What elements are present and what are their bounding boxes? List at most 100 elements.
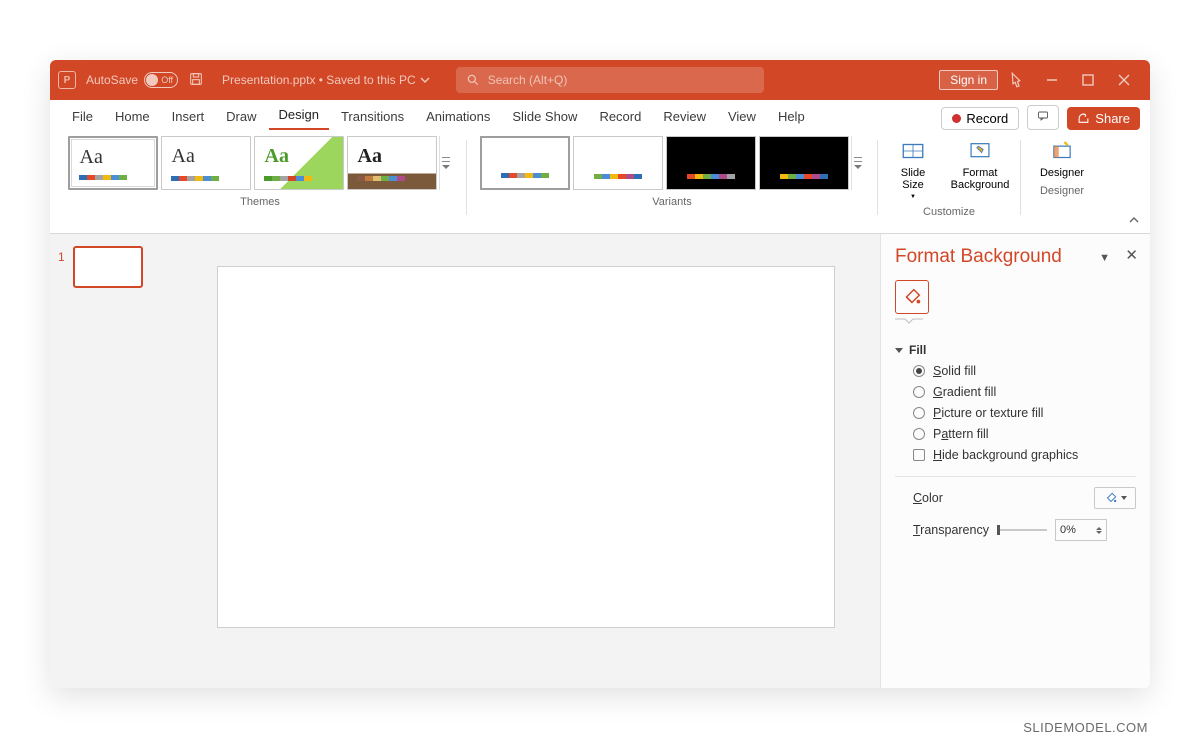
titlebar: P AutoSave Off Presentation.pptx • Saved… bbox=[50, 60, 1150, 100]
gradient-fill-label: radient fill bbox=[943, 385, 997, 399]
tab-transitions[interactable]: Transitions bbox=[331, 103, 414, 130]
hide-bg-label: ide background graphics bbox=[942, 448, 1078, 462]
tab-view[interactable]: View bbox=[718, 103, 766, 130]
tab-review[interactable]: Review bbox=[653, 103, 716, 130]
autosave-label: AutoSave bbox=[86, 73, 138, 87]
maximize-button[interactable] bbox=[1070, 60, 1106, 100]
share-button-label: Share bbox=[1095, 111, 1130, 126]
record-button[interactable]: Record bbox=[941, 107, 1019, 130]
chevron-down-icon bbox=[420, 75, 430, 85]
theme-office[interactable]: Aa bbox=[68, 136, 158, 190]
watermark: SLIDEMODEL.COM bbox=[1023, 720, 1148, 735]
ribbon-tabs: File Home Insert Draw Design Transitions… bbox=[50, 100, 1150, 130]
pane-options-dropdown[interactable]: ▼ bbox=[1099, 252, 1110, 264]
pane-close-button[interactable]: ✕ bbox=[1125, 246, 1138, 264]
comment-icon bbox=[1036, 110, 1050, 122]
variants-gallery bbox=[480, 136, 849, 190]
powerpoint-icon: P bbox=[58, 71, 76, 89]
format-background-label: Format Background bbox=[951, 167, 1010, 191]
autosave-toggle[interactable]: AutoSave Off bbox=[86, 72, 178, 88]
document-title-text: Presentation.pptx • Saved to this PC bbox=[222, 73, 416, 87]
hide-bg-checkbox[interactable]: Hide background graphics bbox=[913, 448, 1136, 462]
fill-section-label: Fill bbox=[909, 343, 926, 357]
picture-fill-label: icture or texture fill bbox=[941, 406, 1043, 420]
search-input[interactable]: Search (Alt+Q) bbox=[456, 67, 764, 93]
variants-group-label: Variants bbox=[652, 190, 692, 212]
fill-tab-icon[interactable] bbox=[895, 280, 929, 314]
designer-label: Designer bbox=[1040, 167, 1084, 179]
gradient-fill-radio[interactable]: Gradient fill bbox=[913, 385, 1136, 399]
format-background-icon bbox=[967, 138, 993, 164]
themes-gallery: Aa Aa Aa Aa bbox=[68, 136, 437, 190]
variant-1[interactable] bbox=[480, 136, 570, 190]
theme-2[interactable]: Aa bbox=[161, 136, 251, 190]
transparency-slider[interactable] bbox=[997, 529, 1047, 531]
variant-3[interactable] bbox=[666, 136, 756, 190]
comments-button[interactable] bbox=[1027, 105, 1059, 130]
slide-thumbnail-panel: 1 bbox=[50, 234, 172, 688]
tab-help[interactable]: Help bbox=[768, 103, 815, 130]
tab-indicator-icon bbox=[895, 318, 923, 326]
theme-green[interactable]: Aa bbox=[254, 136, 344, 190]
variant-2[interactable] bbox=[573, 136, 663, 190]
tab-file[interactable]: File bbox=[62, 103, 103, 130]
solid-fill-label: olid fill bbox=[941, 364, 976, 378]
color-label: olor bbox=[922, 491, 943, 505]
designer-icon bbox=[1049, 138, 1075, 164]
format-background-button[interactable]: Format Background bbox=[945, 136, 1015, 200]
customize-group-label: Customize bbox=[923, 200, 975, 222]
tab-slideshow[interactable]: Slide Show bbox=[502, 103, 587, 130]
designer-button[interactable]: Designer bbox=[1030, 136, 1094, 179]
theme-swatches bbox=[79, 175, 127, 180]
themes-more-button[interactable] bbox=[439, 136, 453, 190]
themes-group-label: Themes bbox=[240, 190, 280, 212]
app-window: P AutoSave Off Presentation.pptx • Saved… bbox=[50, 60, 1150, 688]
tab-design[interactable]: Design bbox=[269, 101, 329, 130]
tab-insert[interactable]: Insert bbox=[162, 103, 215, 130]
search-placeholder: Search (Alt+Q) bbox=[488, 73, 568, 87]
share-icon bbox=[1077, 112, 1090, 125]
paint-bucket-icon bbox=[901, 286, 923, 308]
search-icon bbox=[466, 73, 480, 87]
tab-animations[interactable]: Animations bbox=[416, 103, 500, 130]
close-button[interactable] bbox=[1106, 60, 1142, 100]
designer-group-label: Designer bbox=[1040, 179, 1084, 201]
tab-draw[interactable]: Draw bbox=[216, 103, 266, 130]
autosave-off-text: Off bbox=[161, 75, 173, 85]
format-background-pane: Format Background ▼ ✕ Fill Solid fill Gr… bbox=[880, 234, 1150, 688]
transparency-label: ransparency bbox=[920, 523, 989, 537]
document-title[interactable]: Presentation.pptx • Saved to this PC bbox=[222, 73, 430, 87]
save-icon[interactable] bbox=[188, 71, 204, 90]
slide-canvas[interactable] bbox=[217, 266, 835, 628]
pattern-fill-radio[interactable]: Pattern fill bbox=[913, 427, 1136, 441]
transparency-value: 0% bbox=[1060, 524, 1076, 536]
chevron-down-icon bbox=[895, 348, 903, 353]
slide-thumbnail-1[interactable] bbox=[73, 246, 143, 288]
slide-size-icon bbox=[900, 138, 926, 164]
picture-fill-radio[interactable]: Picture or texture fill bbox=[913, 406, 1136, 420]
variant-4[interactable] bbox=[759, 136, 849, 190]
slide-number: 1 bbox=[58, 250, 65, 264]
tab-record[interactable]: Record bbox=[589, 103, 651, 130]
record-dot-icon bbox=[952, 114, 961, 123]
record-button-label: Record bbox=[966, 111, 1008, 126]
ribbon-collapse-button[interactable] bbox=[1128, 215, 1140, 230]
signin-button[interactable]: Sign in bbox=[939, 70, 998, 90]
transparency-spinner[interactable]: 0% bbox=[1055, 519, 1107, 541]
tab-home[interactable]: Home bbox=[105, 103, 160, 130]
slide-size-label: Slide Size bbox=[901, 167, 925, 191]
pattern-fill-label: ttern fill bbox=[948, 427, 988, 441]
share-button[interactable]: Share bbox=[1067, 107, 1140, 130]
slide-size-button[interactable]: Slide Size ▼ bbox=[883, 136, 943, 200]
color-picker-button[interactable] bbox=[1094, 487, 1136, 509]
body: 1 Format Background ▼ ✕ Fill Solid fill … bbox=[50, 234, 1150, 688]
theme-photo[interactable]: Aa bbox=[347, 136, 437, 190]
coming-soon-icon[interactable] bbox=[998, 60, 1034, 100]
ribbon: Aa Aa Aa Aa bbox=[50, 130, 1150, 234]
solid-fill-radio[interactable]: Solid fill bbox=[913, 364, 1136, 378]
paint-bucket-icon bbox=[1104, 491, 1118, 505]
minimize-button[interactable] bbox=[1034, 60, 1070, 100]
fill-section-header[interactable]: Fill bbox=[895, 343, 1136, 357]
variants-more-button[interactable] bbox=[851, 136, 865, 190]
slide-editor bbox=[172, 234, 880, 688]
